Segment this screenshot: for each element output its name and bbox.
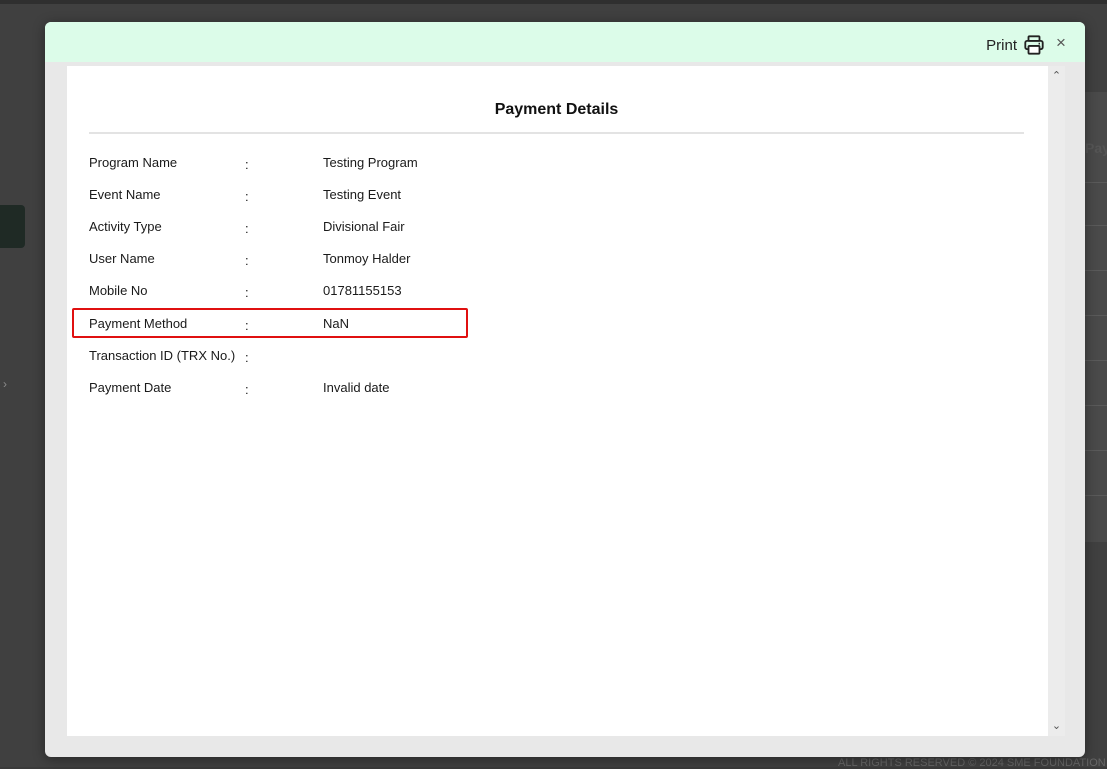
detail-separator: :: [245, 350, 249, 365]
background-table: [1085, 92, 1107, 542]
modal-body: Payment Details Program Name : Testing P…: [67, 66, 1048, 736]
detail-separator: :: [245, 221, 249, 236]
background-table-header: Pay: [1085, 140, 1107, 156]
print-button[interactable]: Print: [986, 34, 1045, 56]
title-divider: [89, 132, 1024, 134]
detail-separator: :: [245, 382, 249, 397]
detail-value: Tonmoy Halder: [323, 251, 411, 266]
detail-value: Testing Program: [323, 155, 418, 170]
modal-header: Print ×: [45, 22, 1085, 62]
detail-value: 01781155153: [323, 283, 402, 298]
background-table-row-divider: [1085, 270, 1107, 271]
page-title: Payment Details: [494, 101, 619, 118]
chevron-down-icon[interactable]: ⌄: [1048, 718, 1065, 734]
detail-value: Invalid date: [323, 380, 390, 395]
detail-label: User Name: [89, 251, 155, 266]
detail-separator: :: [245, 253, 249, 268]
background-topbar: [0, 0, 1107, 4]
detail-separator: :: [245, 189, 249, 204]
background-table-row-divider: [1085, 182, 1107, 183]
background-table-row-divider: [1085, 450, 1107, 451]
detail-value: Testing Event: [323, 187, 402, 202]
detail-label: Activity Type: [89, 219, 162, 234]
background-sidebar-active-item: [0, 205, 25, 248]
printer-icon: [1023, 34, 1045, 56]
detail-label: Mobile No: [89, 283, 148, 298]
background-footer: ALL RIGHTS RESERVED © 2024 SME FOUNDATIO…: [838, 757, 1106, 769]
detail-label: Program Name: [89, 155, 178, 170]
detail-value: Divisional Fair: [323, 219, 405, 234]
payment-details-modal: Print × Payment Details Program Name : T…: [45, 22, 1085, 757]
detail-value: NaN: [323, 316, 350, 331]
detail-separator: :: [245, 157, 249, 172]
background-table-row-divider: [1085, 495, 1107, 496]
background-table-row-divider: [1085, 315, 1107, 316]
detail-label: Payment Method: [89, 316, 188, 331]
background-table-row-divider: [1085, 225, 1107, 226]
print-label: Print: [986, 36, 1017, 54]
chevron-up-icon[interactable]: ⌃: [1048, 68, 1065, 84]
chevron-right-icon: ›: [3, 377, 7, 391]
background-table-row-divider: [1085, 360, 1107, 361]
close-icon[interactable]: ×: [1053, 34, 1069, 52]
detail-separator: :: [245, 285, 249, 300]
detail-label: Payment Date: [89, 380, 172, 395]
detail-label: Event Name: [89, 187, 161, 202]
background-table-row-divider: [1085, 405, 1107, 406]
modal-scrollbar[interactable]: ⌃ ⌄: [1048, 66, 1065, 736]
detail-label: Transaction ID (TRX No.): [89, 348, 236, 363]
detail-separator: :: [245, 318, 249, 333]
